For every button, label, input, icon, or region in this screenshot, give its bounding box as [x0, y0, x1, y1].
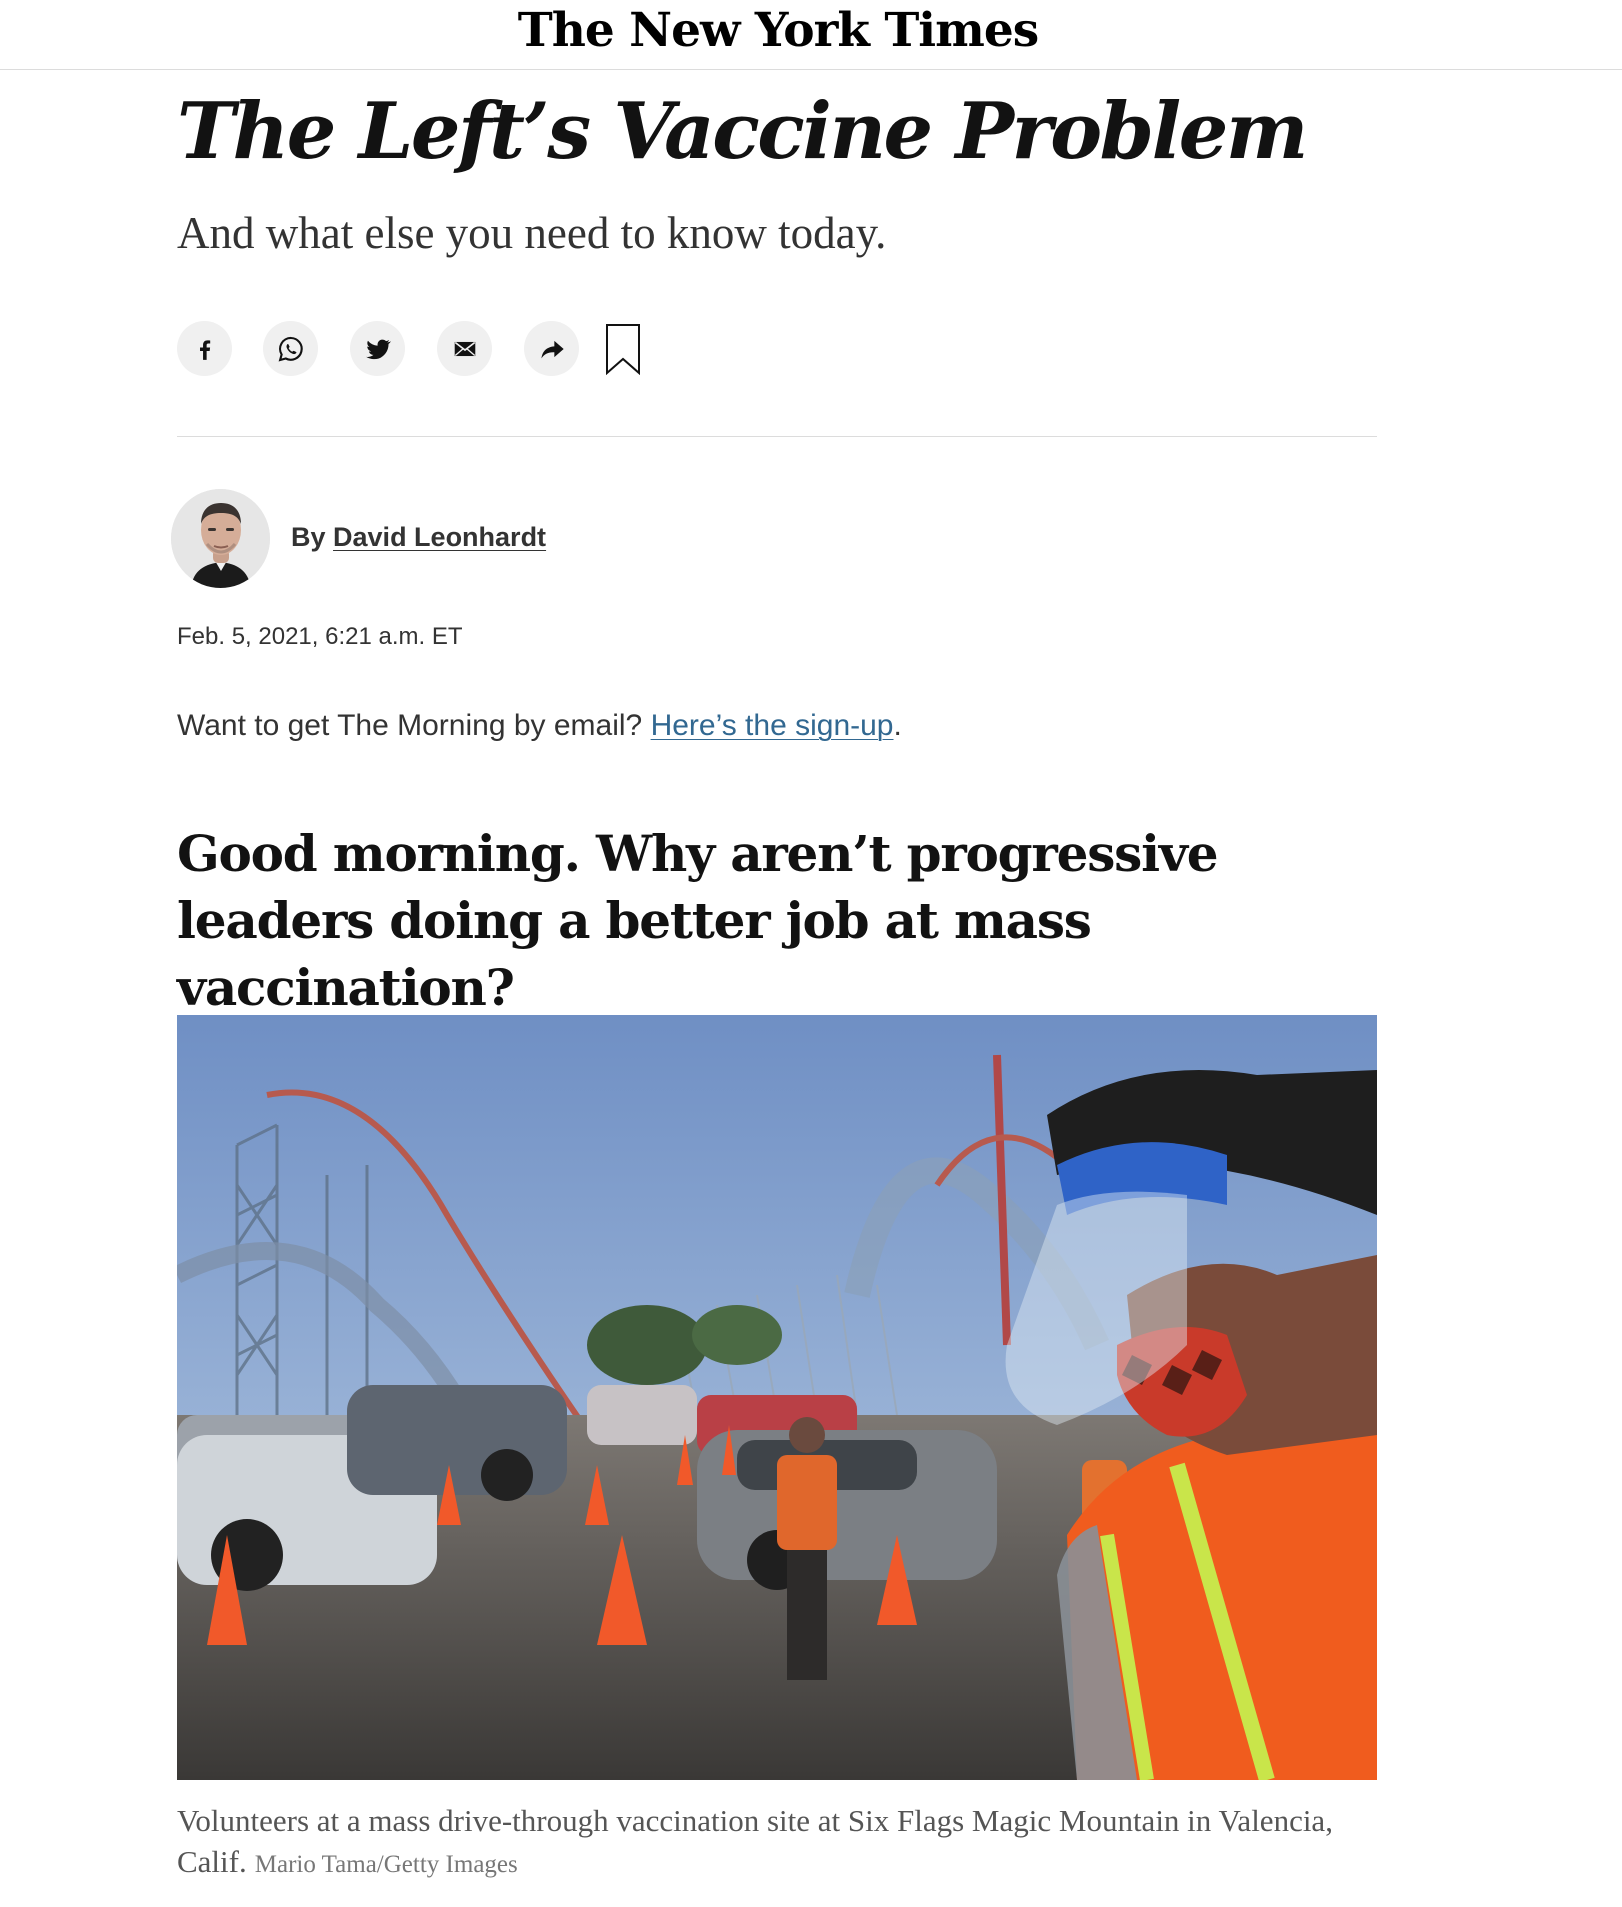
photo-caption: Volunteers at a mass drive-through vacci… — [177, 1800, 1377, 1885]
masthead: The New York Times — [0, 0, 1622, 70]
signup-period: . — [893, 709, 902, 742]
nyt-logo[interactable]: The New York Times — [0, 2, 1556, 60]
lede: Good morning. Why aren’t progressive lea… — [177, 824, 1219, 1017]
lead-photo — [177, 1015, 1377, 1780]
photo-credit: Mario Tama/Getty Images — [254, 1851, 518, 1878]
newsletter-signup: Want to get The Morning by email? Here’s… — [177, 707, 902, 745]
facebook-icon — [199, 339, 210, 360]
dateline: Feb. 5, 2021, 6:21 a.m. ET — [177, 623, 463, 650]
whatsapp-share-button[interactable] — [263, 321, 318, 376]
byline-prefix: By — [291, 522, 326, 552]
author-link[interactable]: David Leonhardt — [333, 522, 546, 552]
whatsapp-icon — [278, 336, 303, 362]
divider — [177, 436, 1377, 437]
twitter-icon — [365, 339, 391, 359]
email-share-button[interactable] — [437, 321, 492, 376]
author-avatar[interactable] — [171, 489, 270, 588]
summary: And what else you need to know today. — [177, 208, 887, 258]
article-page: The New York Times The Left’s Vaccine Pr… — [0, 0, 1622, 1907]
share-arrow-icon — [541, 340, 564, 358]
bookmark-icon[interactable] — [605, 323, 641, 375]
byline: By David Leonhardt — [291, 520, 546, 554]
facebook-share-button[interactable] — [177, 321, 232, 376]
twitter-share-button[interactable] — [350, 321, 405, 376]
signup-link[interactable]: Here’s the sign-up — [651, 709, 894, 742]
share-toolbar — [177, 321, 777, 377]
headline: The Left’s Vaccine Problem — [177, 86, 1308, 177]
email-icon — [454, 341, 475, 356]
more-share-button[interactable] — [524, 321, 579, 376]
signup-text: Want to get The Morning by email? — [177, 709, 643, 742]
